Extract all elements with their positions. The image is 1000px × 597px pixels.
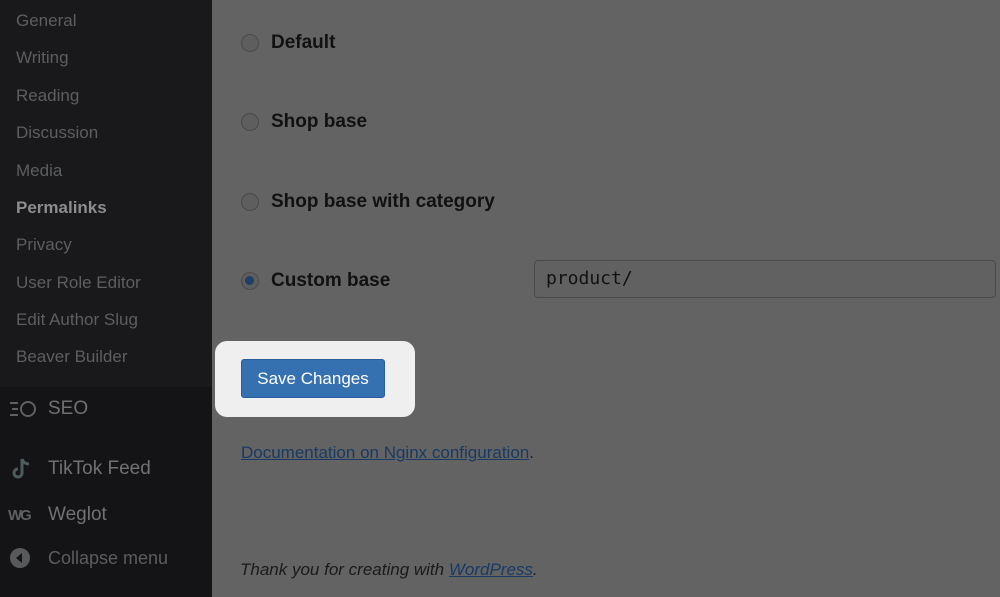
footer-credit: Thank you for creating with WordPress. [240, 560, 538, 580]
radio-default[interactable]: Default [241, 32, 335, 54]
radio-custom-base[interactable]: Custom base [241, 270, 390, 292]
submenu-item-discussion[interactable]: Discussion [16, 123, 98, 143]
collapse-menu-label: Collapse menu [48, 547, 169, 568]
radio-button-shop-base-with-category[interactable] [241, 193, 259, 211]
submenu-item-media[interactable]: Media [16, 161, 62, 181]
radio-button-custom-base[interactable] [241, 272, 259, 290]
radio-label-custom-base: Custom base [271, 270, 391, 291]
submenu-item-writing[interactable]: Writing [16, 48, 69, 68]
custom-base-input[interactable]: product/ [534, 260, 996, 298]
menu-item-tiktok-feed[interactable]: TikTok Feed [8, 454, 151, 484]
radio-label-shop-base-with-category: Shop base with category [271, 191, 495, 212]
documentation-line: Documentation on Nginx configuration. [241, 443, 534, 463]
footer-prefix: Thank you for creating with [240, 560, 449, 579]
admin-sidebar: General Writing Reading Discussion Media… [0, 0, 212, 597]
tiktok-icon [8, 456, 38, 482]
radio-label-default: Default [271, 32, 336, 53]
weglot-icon: WG [8, 506, 32, 524]
submenu-item-reading[interactable]: Reading [16, 86, 79, 106]
menu-label-weglot: Weglot [48, 504, 107, 525]
menu-label-seo: SEO [48, 398, 89, 419]
footer-suffix: . [532, 560, 538, 579]
documentation-suffix: . [529, 443, 534, 462]
collapse-menu-button[interactable]: Collapse menu [8, 543, 168, 573]
menu-item-seo[interactable]: SEO [8, 394, 88, 424]
wordpress-link[interactable]: WordPress [449, 560, 533, 579]
collapse-icon [8, 545, 38, 571]
settings-submenu: General Writing Reading Discussion Media… [0, 0, 212, 387]
submenu-item-user-role-editor[interactable]: User Role Editor [16, 273, 141, 293]
submenu-item-general[interactable]: General [16, 11, 76, 31]
submenu-item-privacy[interactable]: Privacy [16, 235, 72, 255]
submenu-item-permalinks[interactable]: Permalinks [16, 198, 107, 218]
seo-icon [8, 396, 38, 422]
radio-button-shop-base[interactable] [241, 113, 259, 131]
menu-item-weglot[interactable]: WG Weglot [8, 500, 107, 530]
radio-button-default[interactable] [241, 34, 259, 52]
save-changes-button[interactable]: Save Changes [241, 359, 385, 398]
main-content: Default Shop base Shop base with categor… [212, 0, 1000, 597]
submenu-item-beaver-builder[interactable]: Beaver Builder [16, 347, 128, 367]
radio-label-shop-base: Shop base [271, 111, 368, 132]
nginx-documentation-link[interactable]: Documentation on Nginx configuration [241, 443, 529, 462]
radio-shop-base[interactable]: Shop base [241, 111, 367, 133]
save-highlight: Save Changes [215, 341, 415, 417]
menu-label-tiktok-feed: TikTok Feed [48, 458, 151, 479]
submenu-item-edit-author-slug[interactable]: Edit Author Slug [16, 310, 138, 330]
radio-shop-base-with-category[interactable]: Shop base with category [241, 191, 495, 213]
